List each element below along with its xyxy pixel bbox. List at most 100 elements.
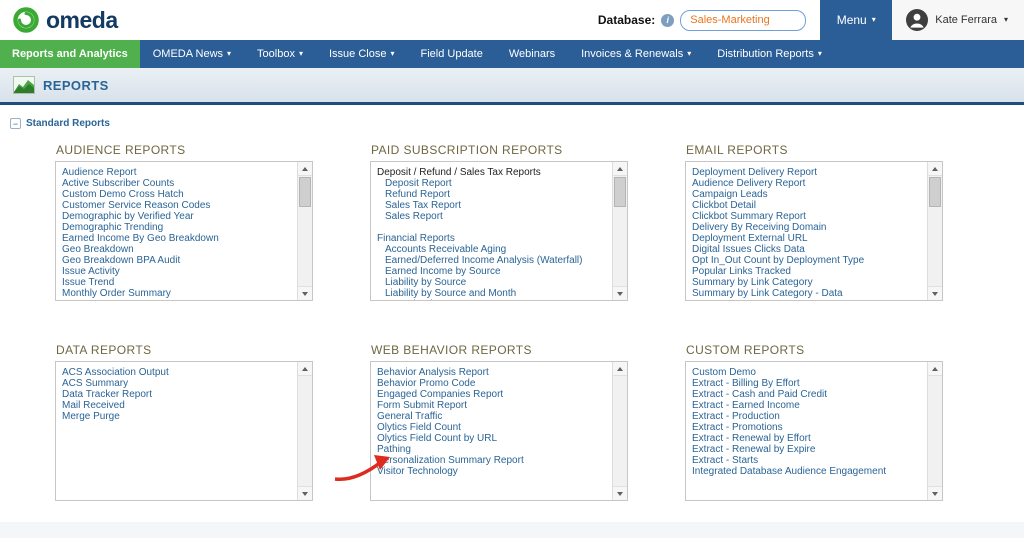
nav-item-reports-and-analytics[interactable]: Reports and Analytics bbox=[0, 40, 140, 68]
omeda-logo[interactable]: omeda bbox=[12, 6, 118, 34]
scroll-down-button[interactable] bbox=[613, 486, 627, 500]
report-link-pathing[interactable]: Pathing bbox=[377, 444, 607, 455]
vertical-scrollbar[interactable] bbox=[927, 162, 942, 300]
report-link-extract-cash-and-paid-credit[interactable]: Extract - Cash and Paid Credit bbox=[692, 389, 922, 400]
section-title: PAID SUBSCRIPTION REPORTS bbox=[371, 143, 628, 157]
report-link-new-names-source[interactable]: New Names Source bbox=[62, 299, 292, 301]
report-link-visitor-technology[interactable]: Visitor Technology bbox=[377, 466, 607, 477]
menu-button[interactable]: Menu ▾ bbox=[820, 0, 892, 40]
report-link-audience-report[interactable]: Audience Report bbox=[62, 167, 292, 178]
report-link-summary-by-link-category[interactable]: Summary by Link Category bbox=[692, 277, 922, 288]
report-link-olytics-field-count-by-url[interactable]: Olytics Field Count by URL bbox=[377, 433, 607, 444]
nav-item-toolbox[interactable]: Toolbox▾ bbox=[244, 40, 316, 68]
report-link-extract-production[interactable]: Extract - Production bbox=[692, 411, 922, 422]
standard-reports-toggle[interactable]: − Standard Reports bbox=[10, 118, 1024, 129]
scroll-up-button[interactable] bbox=[928, 162, 942, 176]
report-link-merge-purge[interactable]: Merge Purge bbox=[62, 411, 292, 422]
scrollbar-thumb[interactable] bbox=[929, 177, 941, 207]
report-link-integrated-database-audience-engagement[interactable]: Integrated Database Audience Engagement bbox=[692, 466, 922, 477]
report-link-earned-income-by-source[interactable]: Earned Income by Source bbox=[377, 266, 607, 277]
vertical-scrollbar[interactable] bbox=[927, 362, 942, 500]
scroll-up-button[interactable] bbox=[613, 162, 627, 176]
scroll-up-button[interactable] bbox=[928, 362, 942, 376]
report-link-extract-earned-income[interactable]: Extract - Earned Income bbox=[692, 400, 922, 411]
report-link-monthly-order-summary[interactable]: Monthly Order Summary bbox=[62, 288, 292, 299]
vertical-scrollbar[interactable] bbox=[297, 362, 312, 500]
scrollbar-thumb[interactable] bbox=[614, 177, 626, 207]
report-link-extract-billing-by-effort[interactable]: Extract - Billing By Effort bbox=[692, 378, 922, 389]
report-link-custom-demo[interactable]: Custom Demo bbox=[692, 367, 922, 378]
report-link-extract-renewal-by-effort[interactable]: Extract - Renewal by Effort bbox=[692, 433, 922, 444]
report-link-audience-delivery-report[interactable]: Audience Delivery Report bbox=[692, 178, 922, 189]
report-link-summary-by-link-category-data[interactable]: Summary by Link Category - Data bbox=[692, 288, 922, 299]
report-link-clickbot-detail[interactable]: Clickbot Detail bbox=[692, 200, 922, 211]
report-link-deposit-report[interactable]: Deposit Report bbox=[377, 178, 607, 189]
report-link-extract-renewal-by-expire[interactable]: Extract - Renewal by Expire bbox=[692, 444, 922, 455]
report-link-accounts-receivable-aging[interactable]: Accounts Receivable Aging bbox=[377, 244, 607, 255]
scroll-down-button[interactable] bbox=[613, 286, 627, 300]
report-link-extract-promotions[interactable]: Extract - Promotions bbox=[692, 422, 922, 433]
report-link-acs-summary[interactable]: ACS Summary bbox=[62, 378, 292, 389]
report-link-acs-association-output[interactable]: ACS Association Output bbox=[62, 367, 292, 378]
report-link-earned-deferred-income-analysis-waterfall[interactable]: Earned/Deferred Income Analysis (Waterfa… bbox=[377, 255, 607, 266]
report-link-active-subscriber-counts[interactable]: Active Subscriber Counts bbox=[62, 178, 292, 189]
report-link-demographic-trending[interactable]: Demographic Trending bbox=[62, 222, 292, 233]
report-link-geo-breakdown[interactable]: Geo Breakdown bbox=[62, 244, 292, 255]
report-link-engaged-companies-report[interactable]: Engaged Companies Report bbox=[377, 389, 607, 400]
report-link-liability-by-source-and-month[interactable]: Liability by Source and Month bbox=[377, 288, 607, 299]
report-link-opt-in-out-count-by-deployment-type[interactable]: Opt In_Out Count by Deployment Type bbox=[692, 255, 922, 266]
report-link-general-traffic[interactable]: General Traffic bbox=[377, 411, 607, 422]
scrollbar-thumb[interactable] bbox=[299, 177, 311, 207]
user-menu[interactable]: Kate Ferrara ▾ bbox=[892, 0, 1024, 40]
info-icon[interactable]: i bbox=[661, 14, 674, 27]
report-link-behavior-analysis-report[interactable]: Behavior Analysis Report bbox=[377, 367, 607, 378]
report-link-summary-stats[interactable]: Summary Stats bbox=[692, 299, 922, 301]
vertical-scrollbar[interactable] bbox=[612, 162, 627, 300]
scroll-up-button[interactable] bbox=[613, 362, 627, 376]
scroll-down-button[interactable] bbox=[298, 286, 312, 300]
report-link-sales-report[interactable]: Sales Report bbox=[377, 211, 607, 222]
report-link-deployment-external-url[interactable]: Deployment External URL bbox=[692, 233, 922, 244]
vertical-scrollbar[interactable] bbox=[612, 362, 627, 500]
standard-reports-label: Standard Reports bbox=[26, 118, 110, 129]
report-link-form-submit-report[interactable]: Form Submit Report bbox=[377, 400, 607, 411]
report-link-clickbot-summary-report[interactable]: Clickbot Summary Report bbox=[692, 211, 922, 222]
report-link-customer-service-reason-codes[interactable]: Customer Service Reason Codes bbox=[62, 200, 292, 211]
scroll-down-button[interactable] bbox=[298, 486, 312, 500]
report-link-data-tracker-report[interactable]: Data Tracker Report bbox=[62, 389, 292, 400]
report-link-issue-trend[interactable]: Issue Trend bbox=[62, 277, 292, 288]
nav-item-invoices-renewals[interactable]: Invoices & Renewals▾ bbox=[568, 40, 704, 68]
vertical-scrollbar[interactable] bbox=[297, 162, 312, 300]
scroll-down-button[interactable] bbox=[928, 486, 942, 500]
report-link-digital-issues-clicks-data[interactable]: Digital Issues Clicks Data bbox=[692, 244, 922, 255]
database-label: Database: bbox=[598, 13, 655, 27]
report-link-liability-by-source[interactable]: Liability by Source bbox=[377, 277, 607, 288]
report-link-issue-activity[interactable]: Issue Activity bbox=[62, 266, 292, 277]
report-link-refund-report[interactable]: Refund Report bbox=[377, 189, 607, 200]
nav-item-field-update[interactable]: Field Update bbox=[407, 40, 495, 68]
nav-item-distribution-reports[interactable]: Distribution Reports▾ bbox=[704, 40, 835, 68]
report-link-geo-breakdown-bpa-audit[interactable]: Geo Breakdown BPA Audit bbox=[62, 255, 292, 266]
report-link-deployment-delivery-report[interactable]: Deployment Delivery Report bbox=[692, 167, 922, 178]
reports-grid: AUDIENCE REPORTSAudience ReportActive Su… bbox=[55, 143, 1024, 501]
report-link-popular-links-tracked[interactable]: Popular Links Tracked bbox=[692, 266, 922, 277]
report-link-behavior-promo-code[interactable]: Behavior Promo Code bbox=[377, 378, 607, 389]
report-link-delivery-by-receiving-domain[interactable]: Delivery By Receiving Domain bbox=[692, 222, 922, 233]
report-link-extract-starts[interactable]: Extract - Starts bbox=[692, 455, 922, 466]
report-link-sales-tax-report[interactable]: Sales Tax Report bbox=[377, 200, 607, 211]
report-link-campaign-leads[interactable]: Campaign Leads bbox=[692, 189, 922, 200]
nav-item-omeda-news[interactable]: OMEDA News▾ bbox=[140, 40, 244, 68]
database-input[interactable] bbox=[680, 10, 806, 31]
report-link-personalization-summary-report[interactable]: Personalization Summary Report bbox=[377, 455, 607, 466]
report-link-custom-demo-cross-hatch[interactable]: Custom Demo Cross Hatch bbox=[62, 189, 292, 200]
report-link-olytics-field-count[interactable]: Olytics Field Count bbox=[377, 422, 607, 433]
scroll-up-button[interactable] bbox=[298, 362, 312, 376]
report-link-gl-upload[interactable]: GL Upload bbox=[377, 299, 607, 301]
nav-item-webinars[interactable]: Webinars bbox=[496, 40, 568, 68]
report-link-demographic-by-verified-year[interactable]: Demographic by Verified Year bbox=[62, 211, 292, 222]
scroll-up-button[interactable] bbox=[298, 162, 312, 176]
nav-item-issue-close[interactable]: Issue Close▾ bbox=[316, 40, 408, 68]
report-link-mail-received[interactable]: Mail Received bbox=[62, 400, 292, 411]
scroll-down-button[interactable] bbox=[928, 286, 942, 300]
report-link-earned-income-by-geo-breakdown[interactable]: Earned Income By Geo Breakdown bbox=[62, 233, 292, 244]
